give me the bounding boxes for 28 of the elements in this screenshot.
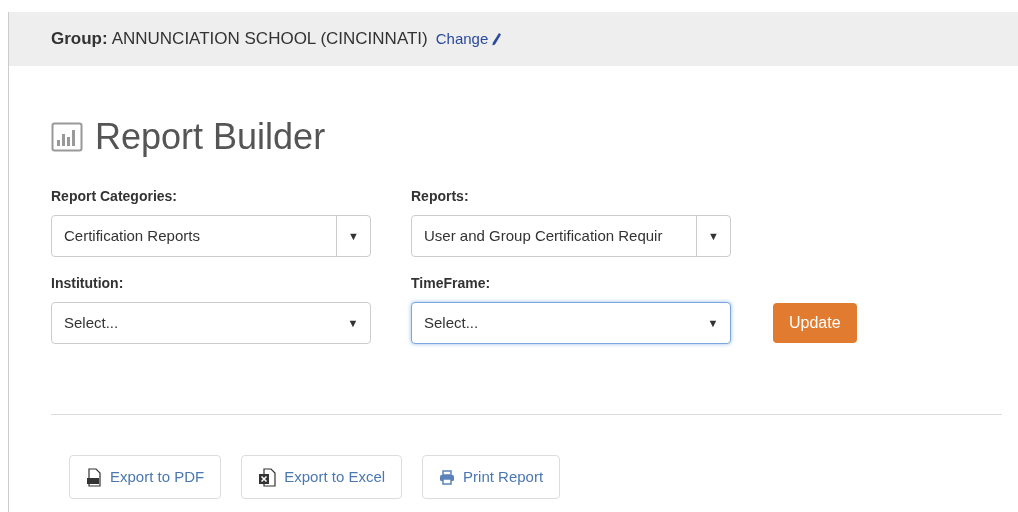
dropdown-value: User and Group Certification Requir xyxy=(423,225,664,246)
dropdown-value: Select... xyxy=(63,312,120,333)
field-label: Report Categories: xyxy=(51,187,179,206)
dropdown-value: Select... xyxy=(423,312,480,333)
excel-file-icon xyxy=(258,467,277,487)
change-link[interactable]: Change xyxy=(435,27,503,51)
bar-chart-icon xyxy=(51,122,83,152)
export-button[interactable]: Print Report xyxy=(422,455,561,499)
dropdown-arrow-button[interactable]: ▼ xyxy=(336,216,370,256)
printer-icon xyxy=(439,469,456,485)
field-label: Institution: xyxy=(51,274,125,293)
dropdown-arrow: ▼ xyxy=(346,315,360,331)
dropdown-field[interactable]: Certification Reports ▼ xyxy=(51,215,371,257)
group-name: ANNUNCIATION SCHOOL (CINCINNATI) xyxy=(111,28,428,51)
page-title: Report Builder xyxy=(95,115,326,159)
dropdown-arrow: ▼ xyxy=(706,315,720,331)
dropdown-value: Certification Reports xyxy=(63,225,201,246)
dropdown-field[interactable]: Select... ▼ xyxy=(411,302,731,344)
group-label: Group: xyxy=(51,28,108,51)
dropdown-field[interactable]: User and Group Certification Requir ▼ xyxy=(411,215,731,257)
pencil-icon xyxy=(492,32,503,46)
dropdown-arrow-button[interactable]: ▼ xyxy=(696,216,730,256)
export-button[interactable]: Export to Excel xyxy=(241,455,403,499)
pdf-file-icon xyxy=(86,467,102,487)
export-button[interactable]: Export to PDF xyxy=(69,455,222,499)
dropdown-field[interactable]: Select... ▼ xyxy=(51,302,371,344)
field-label: Reports: xyxy=(411,187,470,206)
field-label: TimeFrame: xyxy=(411,274,492,293)
